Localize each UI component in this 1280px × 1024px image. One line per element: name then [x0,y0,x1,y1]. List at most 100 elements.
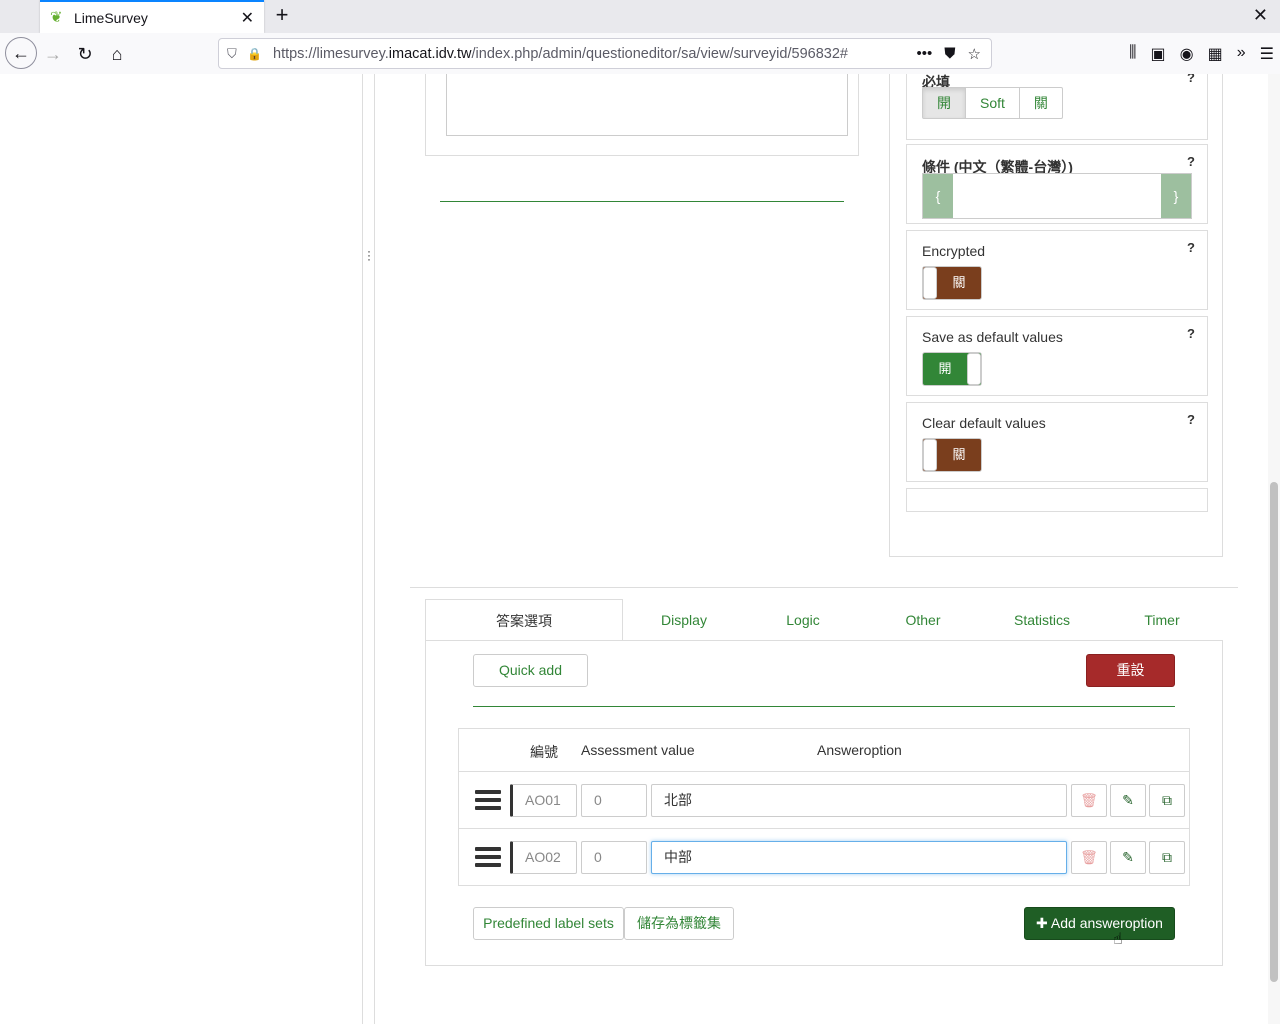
copy-icon[interactable]: ⧉ [1149,841,1185,874]
page-content: · · · 必填 ? 開 Soft 關 條件 (中文（繁體-台灣）) ? { } E… [0,74,1280,1024]
forward-icon[interactable]: → [38,39,68,69]
table-row: AO01 0 北部 🗑 ✎ ⧉ [459,772,1189,829]
settings-panel: 必填 ? 開 Soft 關 條件 (中文（繁體-台灣）) ? { } Encry… [889,74,1223,557]
delete-icon[interactable]: 🗑 [1071,784,1107,817]
back-icon[interactable]: ← [5,37,37,69]
encrypted-setting: Encrypted ? 關 [906,230,1208,310]
left-sidebar [0,74,363,1024]
condition-input[interactable]: { } [922,173,1192,219]
divider [440,201,844,202]
scrollbar-thumb[interactable] [1270,482,1278,982]
tab-strip: ❦ LimeSurvey ✕ + ✕ [0,0,1280,33]
answer-options-table: 編號 Assessment value Answeroption AO01 0 … [458,728,1190,886]
edit-icon[interactable]: ✎ [1110,784,1146,817]
header-assessment: Assessment value [581,742,695,758]
browser-tab[interactable]: ❦ LimeSurvey ✕ [40,0,264,33]
section-divider [410,587,1238,588]
limesurvey-favicon-icon: ❦ [50,8,63,26]
empty-setting-box [906,488,1208,512]
sidebar-icon[interactable]: ▣ [1151,44,1166,64]
bookmark-star-icon[interactable]: ☆ [968,45,981,63]
tab-timer[interactable]: Timer [1101,599,1223,641]
help-icon[interactable]: ? [1187,154,1195,169]
save-default-label: Save as default values [922,329,1063,345]
help-icon[interactable]: ? [1187,412,1195,427]
navigation-bar: ← → ↻ ⌂ ⛉ 🔒 https://limesurvey.imacat.id… [0,33,1280,74]
help-icon[interactable]: ? [1187,74,1195,85]
home-icon[interactable]: ⌂ [102,39,132,69]
overflow-icon[interactable]: » [1237,44,1246,64]
drag-handle-icon[interactable] [475,847,501,867]
toggle-state: 關 [952,447,966,462]
clear-default-label: Clear default values [922,415,1046,431]
mandatory-soft-option[interactable]: Soft [966,88,1020,118]
new-tab-icon[interactable]: + [270,4,294,28]
pocket-icon[interactable]: ⛊ [944,45,955,63]
delete-icon[interactable]: 🗑 [1071,841,1107,874]
drag-handle-icon[interactable]: · · · [367,245,371,265]
tab-other[interactable]: Other [863,599,983,641]
drag-handle-icon[interactable] [475,790,501,810]
answer-text-input[interactable]: 北部 [651,784,1067,817]
toggle-knob [923,267,937,299]
save-default-setting: Save as default values ? 開 [906,316,1208,396]
toggle-state: 關 [952,275,966,290]
menu-icon[interactable]: ☰ [1260,44,1274,64]
assessment-input[interactable]: 0 [581,784,647,817]
edit-icon[interactable]: ✎ [1110,841,1146,874]
browser-chrome: ❦ LimeSurvey ✕ + ✕ ← → ↻ ⌂ ⛉ 🔒 https://l… [0,0,1280,74]
tab-logic[interactable]: Logic [743,599,863,641]
copy-icon[interactable]: ⧉ [1149,784,1185,817]
text-editor-area[interactable] [446,74,848,136]
reload-icon[interactable]: ↻ [70,39,100,69]
answer-text-input[interactable]: 中部 [651,841,1067,874]
url-path: /index.php/admin/questioneditor/sa/view/… [471,45,848,62]
url-prefix: https://limesurvey. [273,45,389,62]
tab-close-icon[interactable]: ✕ [241,8,254,28]
mandatory-on-option[interactable]: 開 [923,88,966,118]
condition-field[interactable] [953,174,1161,218]
account-icon[interactable]: ◉ [1180,44,1194,64]
code-input[interactable]: AO02 [510,841,577,874]
save-default-toggle[interactable]: 開 [922,352,982,386]
mandatory-setting: 必填 ? 開 Soft 關 [906,74,1208,140]
url-bar[interactable]: ⛉ 🔒 https://limesurvey.imacat.idv.tw/ind… [218,38,992,69]
assessment-input[interactable]: 0 [581,841,647,874]
reset-button[interactable]: 重設 [1086,654,1175,687]
save-as-label-set-button[interactable]: 儲存為標籤集 [624,907,734,940]
mandatory-off-option[interactable]: 關 [1020,88,1062,118]
toggle-knob [967,353,981,385]
help-icon[interactable]: ? [1187,326,1195,341]
quick-add-button[interactable]: Quick add [473,654,588,687]
open-brace: { [923,174,953,218]
tab-display[interactable]: Display [625,599,743,641]
code-input[interactable]: AO01 [510,784,577,817]
table-header: 編號 Assessment value Answeroption [459,729,1189,772]
page-scrollbar[interactable] [1268,74,1280,1024]
plus-icon: ✚ [1036,915,1048,931]
extensions-icon[interactable]: ▦ [1208,44,1223,64]
toggle-knob [923,439,937,471]
hand-cursor-icon: ☝ [1113,931,1123,948]
panel-splitter[interactable]: · · · [363,74,375,1024]
encrypted-toggle[interactable]: 關 [922,266,982,300]
close-brace: } [1161,174,1191,218]
header-code: 編號 [530,744,558,760]
tab-statistics[interactable]: Statistics [983,599,1101,641]
tab-title: LimeSurvey [74,9,148,26]
predefined-label-sets-button[interactable]: Predefined label sets [473,907,624,940]
window-close-icon[interactable]: ✕ [1253,5,1268,26]
shield-icon[interactable]: ⛉ [227,46,247,62]
tab-answer-options[interactable]: 答案選項 [425,599,623,641]
mandatory-toggle-group[interactable]: 開 Soft 關 [922,87,1063,119]
table-row: AO02 0 中部 🗑 ✎ ⧉ [459,829,1189,886]
toggle-state: 開 [938,361,952,376]
add-answeroption-button[interactable]: ✚ Add answeroption [1024,907,1175,940]
question-tabs: 答案選項 Display Logic Other Statistics Time… [425,599,1223,641]
clear-default-toggle[interactable]: 關 [922,438,982,472]
page-actions-icon[interactable]: ••• [917,45,933,63]
lock-icon[interactable]: 🔒 [247,47,267,61]
library-icon[interactable]: ⫼ [1129,44,1136,64]
help-icon[interactable]: ? [1187,240,1195,255]
url-text[interactable]: https://limesurvey.imacat.idv.tw/index.p… [273,46,917,62]
